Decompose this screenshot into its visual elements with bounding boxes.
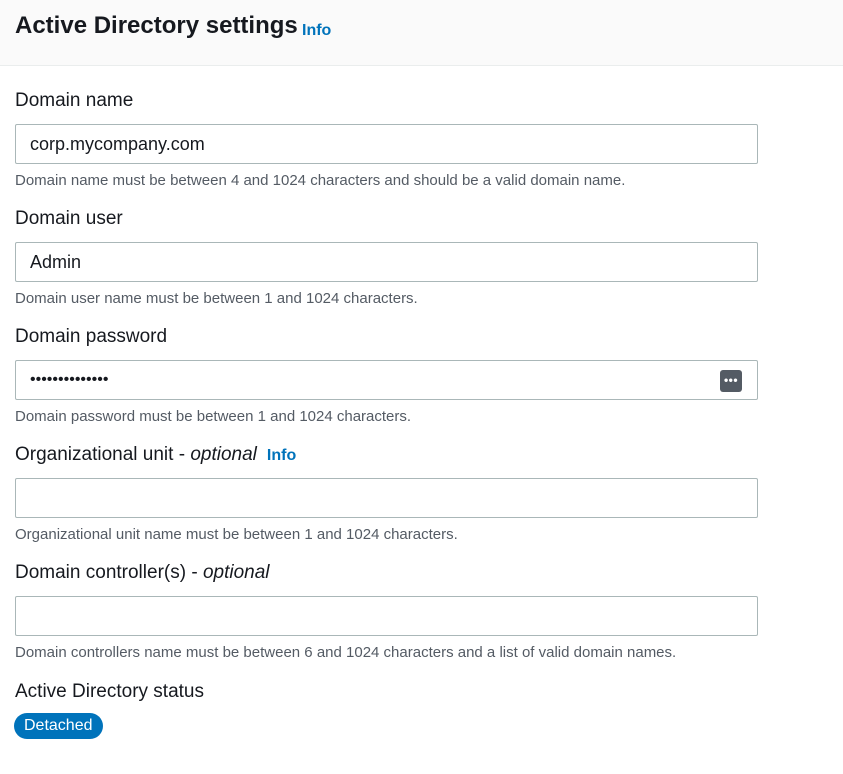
domain-password-hint: Domain password must be between 1 and 10… [15,408,412,425]
domain-user-label: Domain user [15,208,123,229]
organizational-unit-label: Organizational unit - [15,444,191,465]
organizational-unit-field: Organizational unit - optional Info Organ… [15,443,758,543]
organizational-unit-input[interactable] [15,478,758,518]
domain-name-input[interactable]: corp.mycompany.com [15,124,758,164]
domain-password-value: •••••••••••••• [30,371,109,388]
domain-name-field: Domain name corp.mycompany.com Domain na… [15,89,758,189]
domain-controllers-label: Domain controller(s) - [15,562,203,583]
page-title: Active Directory settings [15,12,298,39]
domain-controllers-hint: Domain controllers name must be between … [15,644,677,661]
organizational-unit-info-link[interactable]: Info [267,447,296,464]
domain-password-label: Domain password [15,326,168,347]
domain-user-input[interactable]: Admin [15,242,758,282]
domain-controllers-field: Domain controller(s) - optional Domain c… [15,561,758,661]
optional-tag: optional [190,444,257,465]
show-password-icon[interactable]: ••• [720,370,742,392]
domain-controllers-label-row: Domain controller(s) - optional [15,561,758,585]
domain-user-field: Domain user Admin Domain user name must … [15,207,758,307]
domain-name-label: Domain name [15,90,134,111]
optional-tag: optional [202,562,270,583]
domain-password-input[interactable]: •••••••••••••• ••• [15,360,758,400]
page-header: Active Directory settings Info [0,0,843,66]
domain-password-field: Domain password •••••••••••••• ••• Domai… [15,325,758,425]
organizational-unit-label-row: Organizational unit - optional Info [15,443,758,467]
header-info-link[interactable]: Info [302,22,331,40]
domain-name-hint: Domain name must be between 4 and 1024 c… [15,172,626,189]
ad-status-label: Active Directory status [15,681,204,702]
domain-user-hint: Domain user name must be between 1 and 1… [15,290,418,307]
domain-controllers-input[interactable] [15,596,758,636]
status-badge: Detached [14,713,103,739]
organizational-unit-hint: Organizational unit name must be between… [15,526,458,543]
